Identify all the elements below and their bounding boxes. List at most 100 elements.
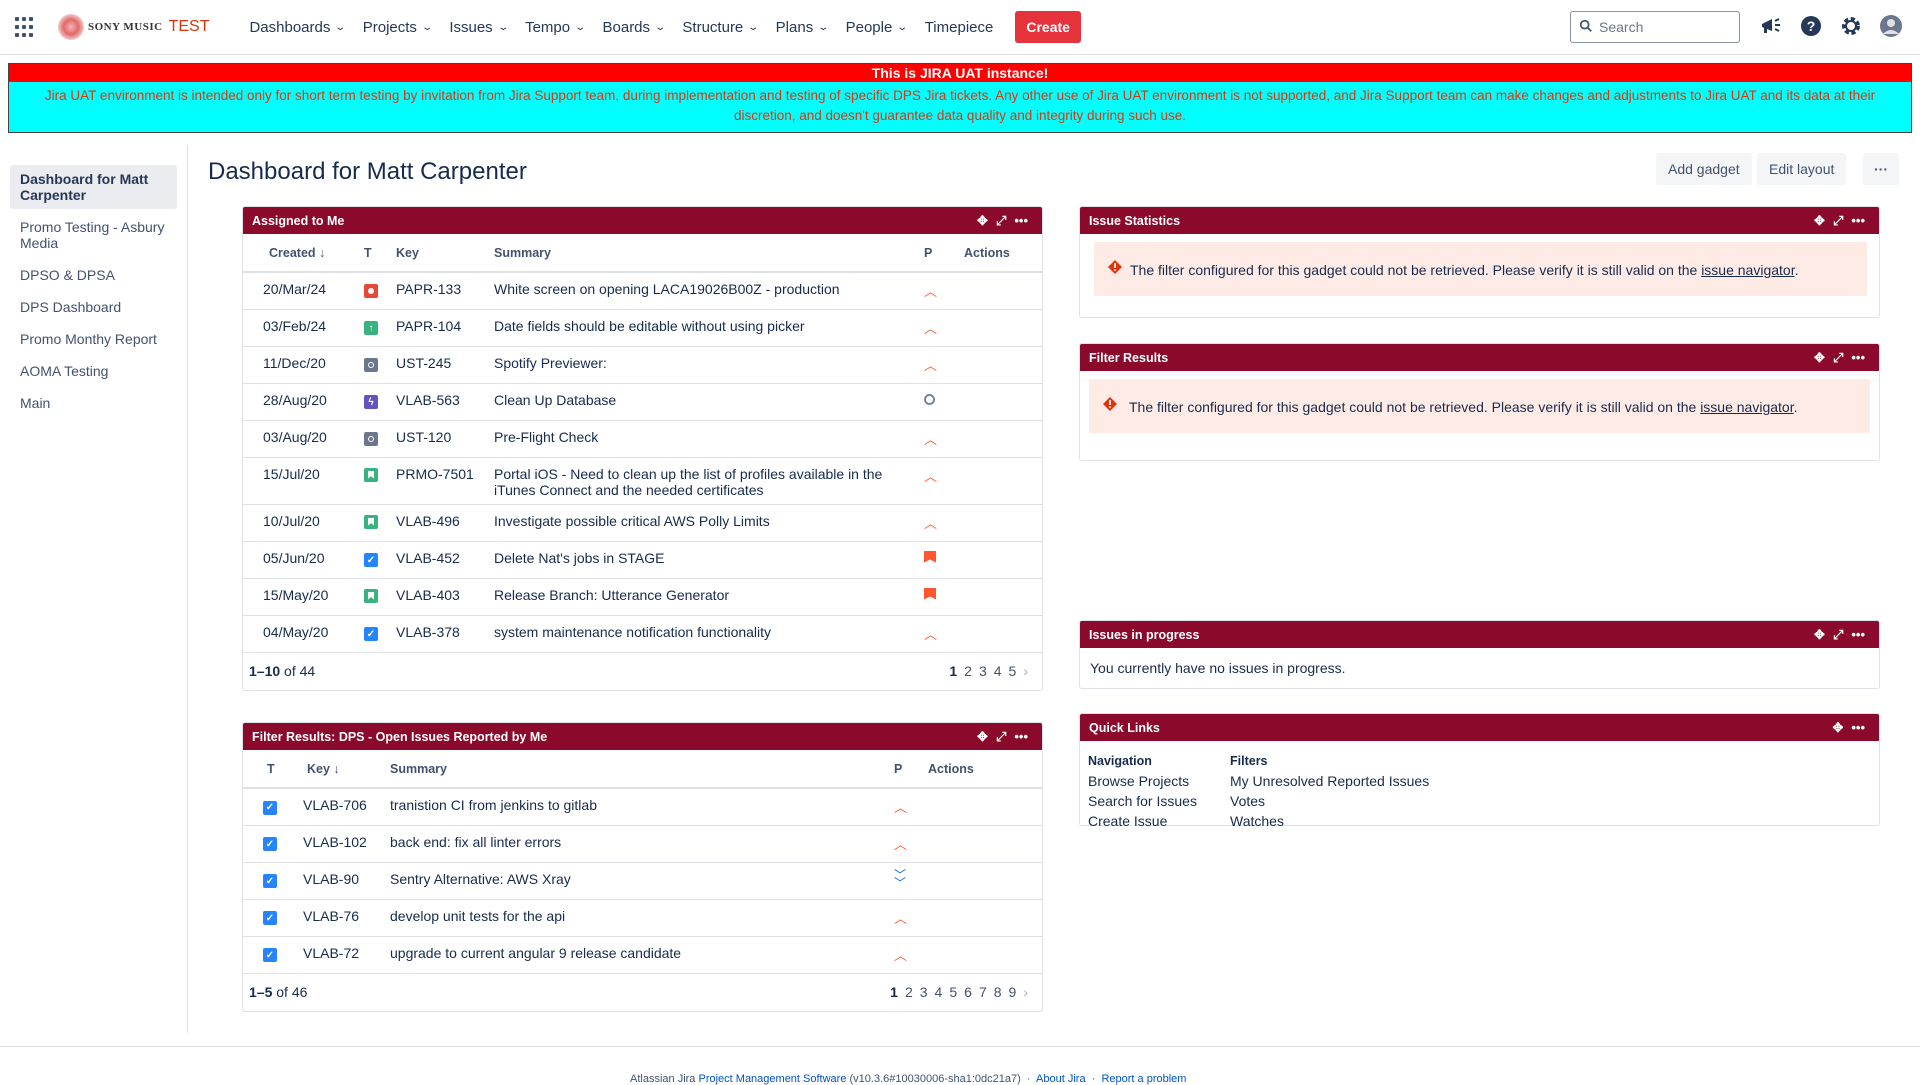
page-link[interactable]: 1 (949, 663, 957, 679)
issue-key-link[interactable]: PAPR-133 (395, 272, 493, 310)
pm-software-link[interactable]: Project Management Software (698, 1073, 846, 1085)
quick-link[interactable]: Create Issue (1088, 811, 1230, 831)
issue-key-link[interactable]: VLAB-496 (395, 504, 493, 542)
table-row[interactable]: 20/Mar/24 PAPR-133 White screen on openi… (243, 272, 1042, 310)
page-link[interactable]: 3 (979, 663, 987, 679)
move-icon[interactable]: ✥ (977, 729, 988, 745)
summary-link[interactable]: Date fields should be editable without u… (493, 309, 923, 347)
actions-cell[interactable] (963, 383, 1042, 421)
nav-projects[interactable]: Projects ⌄ (363, 19, 433, 36)
page-link[interactable]: 5 (949, 984, 957, 1000)
next-page-icon[interactable]: › (1023, 984, 1028, 1000)
issue-key-link[interactable]: UST-245 (395, 346, 493, 384)
more-actions-button[interactable]: ··· (1863, 153, 1899, 185)
sidebar-dashboard-item[interactable]: Main (10, 389, 177, 417)
move-icon[interactable]: ✥ (1832, 720, 1843, 736)
summary-link[interactable]: Delete Nat's jobs in STAGE (493, 541, 923, 579)
summary-link[interactable]: Release Branch: Utterance Generator (493, 578, 923, 616)
summary-link[interactable]: tranistion CI from jenkins to gitlab (389, 788, 893, 826)
summary-link[interactable]: Spotify Previewer: (493, 346, 923, 384)
issue-key-link[interactable]: VLAB-452 (395, 541, 493, 579)
page-link[interactable]: 7 (979, 984, 987, 1000)
nav-plans[interactable]: Plans ⌄ (776, 19, 830, 36)
issue-key-link[interactable]: VLAB-378 (395, 615, 493, 653)
col-type[interactable]: T (363, 234, 395, 273)
issue-navigator-link[interactable]: issue navigator (1701, 262, 1794, 278)
quick-link[interactable]: Search for Issues (1088, 791, 1230, 811)
col-key[interactable]: Key (395, 234, 493, 273)
app-switcher-icon[interactable] (14, 17, 34, 37)
table-row[interactable]: 15/May/20 VLAB-403 Release Branch: Utter… (243, 578, 1042, 616)
issue-key-link[interactable]: UST-120 (395, 420, 493, 458)
maximize-icon[interactable]: ⤢ (996, 729, 1006, 745)
table-row[interactable]: 04/May/20 ✓ VLAB-378 system maintenance … (243, 615, 1042, 653)
page-link[interactable]: 1 (890, 984, 898, 1000)
page-link[interactable]: 2 (964, 663, 972, 679)
logo[interactable]: SONY MUSIC TEST (58, 14, 209, 40)
summary-link[interactable]: back end: fix all linter errors (389, 825, 893, 863)
table-row[interactable]: ✓ VLAB-76 develop unit tests for the api… (243, 899, 1042, 937)
sidebar-dashboard-item[interactable]: AOMA Testing (10, 357, 177, 385)
create-button[interactable]: Create (1015, 11, 1081, 43)
nav-dashboards[interactable]: Dashboards ⌄ (249, 19, 346, 36)
maximize-icon[interactable]: ⤢ (1833, 213, 1843, 229)
nav-boards[interactable]: Boards ⌄ (603, 19, 667, 36)
issue-key-link[interactable]: VLAB-72 (301, 936, 389, 974)
nav-tempo[interactable]: Tempo ⌄ (525, 19, 586, 36)
actions-cell[interactable] (963, 457, 1042, 505)
issue-navigator-link[interactable]: issue navigator (1700, 399, 1793, 415)
edit-layout-button[interactable]: Edit layout (1757, 153, 1847, 185)
gadget-menu-icon[interactable]: ••• (1014, 213, 1028, 229)
move-icon[interactable]: ✥ (977, 213, 988, 229)
col-key[interactable]: Key ↓ (301, 750, 389, 789)
issue-key-link[interactable]: VLAB-90 (301, 862, 389, 900)
page-link[interactable]: 6 (964, 984, 972, 1000)
gadget-menu-icon[interactable]: ••• (1851, 720, 1865, 736)
sidebar-dashboard-item[interactable]: Dashboard for Matt Carpenter (10, 165, 177, 209)
gadget-menu-icon[interactable]: ••• (1851, 350, 1865, 366)
sidebar-dashboard-item[interactable]: Promo Monthy Report (10, 325, 177, 353)
move-icon[interactable]: ✥ (1814, 627, 1825, 643)
actions-cell[interactable] (927, 788, 1042, 826)
user-avatar[interactable] (1878, 13, 1904, 39)
table-row[interactable]: ✓ VLAB-706 tranistion CI from jenkins to… (243, 788, 1042, 826)
issue-key-link[interactable]: VLAB-102 (301, 825, 389, 863)
page-link[interactable]: 8 (994, 984, 1002, 1000)
actions-cell[interactable] (963, 615, 1042, 653)
search-input[interactable]: Search (1570, 11, 1740, 43)
maximize-icon[interactable]: ⤢ (996, 213, 1006, 229)
page-link[interactable]: 5 (1009, 663, 1017, 679)
add-gadget-button[interactable]: Add gadget (1656, 153, 1752, 185)
nav-timepiece[interactable]: Timepiece (925, 19, 994, 36)
about-jira-link[interactable]: About Jira (1036, 1073, 1086, 1085)
page-link[interactable]: 2 (905, 984, 913, 1000)
actions-cell[interactable] (963, 578, 1042, 616)
table-row[interactable]: ✓ VLAB-72 upgrade to current angular 9 r… (243, 936, 1042, 974)
issue-key-link[interactable]: VLAB-706 (301, 788, 389, 826)
nav-structure[interactable]: Structure ⌄ (682, 19, 759, 36)
page-link[interactable]: 4 (935, 984, 943, 1000)
sidebar-dashboard-item[interactable]: DPS Dashboard (10, 293, 177, 321)
issue-key-link[interactable]: VLAB-403 (395, 578, 493, 616)
summary-link[interactable]: system maintenance notification function… (493, 615, 923, 653)
summary-link[interactable]: White screen on opening LACA19026B00Z - … (493, 272, 923, 310)
move-icon[interactable]: ✥ (1814, 213, 1825, 229)
table-row[interactable]: 10/Jul/20 VLAB-496 Investigate possible … (243, 504, 1042, 542)
page-link[interactable]: 3 (920, 984, 928, 1000)
col-priority[interactable]: P (923, 234, 963, 273)
table-row[interactable]: 05/Jun/20 ✓ VLAB-452 Delete Nat's jobs i… (243, 541, 1042, 579)
summary-link[interactable]: Investigate possible critical AWS Polly … (493, 504, 923, 542)
actions-cell[interactable] (963, 420, 1042, 458)
next-page-icon[interactable]: › (1023, 663, 1028, 679)
summary-link[interactable]: Pre-Flight Check (493, 420, 923, 458)
page-link[interactable]: 9 (1009, 984, 1017, 1000)
summary-link[interactable]: Clean Up Database (493, 383, 923, 421)
actions-cell[interactable] (927, 936, 1042, 974)
filter-link[interactable]: My Unresolved Reported Issues (1230, 771, 1429, 791)
actions-cell[interactable] (963, 346, 1042, 384)
col-priority[interactable]: P (893, 750, 927, 789)
gadget-menu-icon[interactable]: ••• (1851, 627, 1865, 643)
summary-link[interactable]: Portal iOS - Need to clean up the list o… (493, 457, 923, 505)
actions-cell[interactable] (963, 504, 1042, 542)
issue-key-link[interactable]: VLAB-563 (395, 383, 493, 421)
